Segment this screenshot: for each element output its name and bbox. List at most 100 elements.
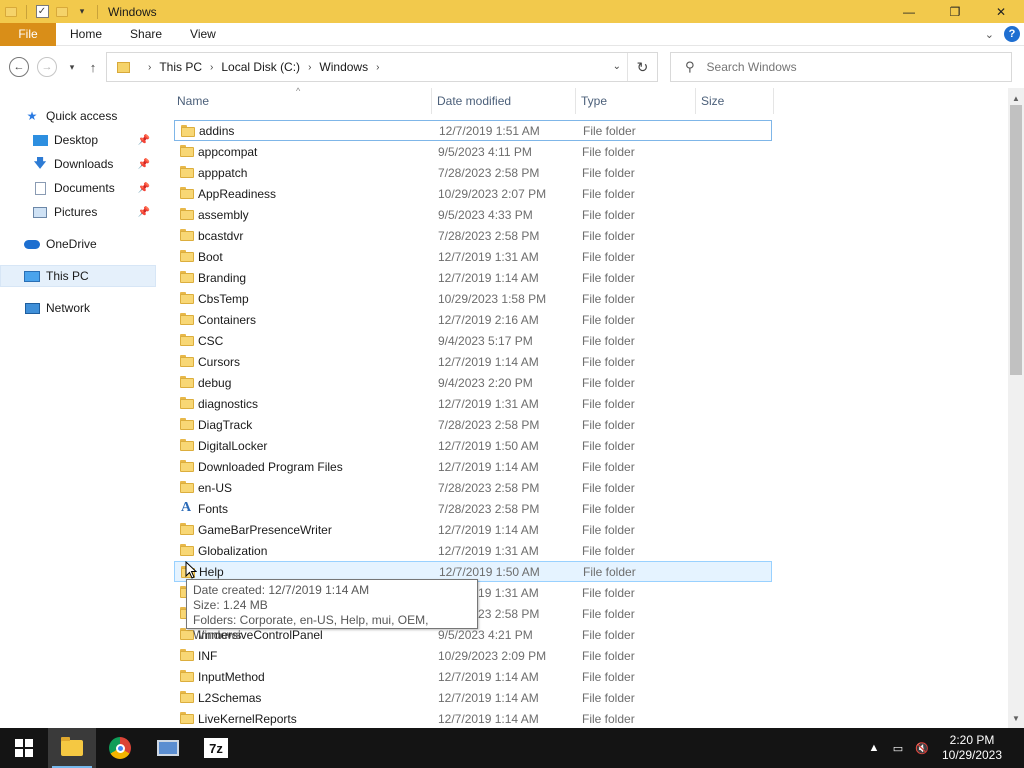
volume-muted-icon[interactable]: 🔇 <box>910 742 934 755</box>
close-button[interactable]: ✕ <box>978 0 1024 23</box>
pin-icon[interactable]: 📌 <box>138 159 150 170</box>
taskbar-7zip[interactable]: 7z <box>192 728 240 768</box>
taskbar-chrome[interactable] <box>96 728 144 768</box>
refresh-button[interactable]: ↻ <box>627 53 657 81</box>
folder-icon <box>180 145 194 157</box>
table-row[interactable]: GameBarPresenceWriter 12/7/2019 1:14 AM Fi… <box>174 519 772 540</box>
file-name: debug <box>198 375 232 390</box>
breadcrumb-local-disk[interactable]: Local Disk (C:) <box>221 60 300 74</box>
table-row[interactable]: A Fonts 7/28/2023 2:58 PM File folder <box>174 498 772 519</box>
table-row[interactable]: assembly 9/5/2023 4:33 PM File folder <box>174 204 772 225</box>
show-desktop-button[interactable] <box>1010 728 1024 768</box>
maximize-button[interactable]: ❐ <box>932 0 978 23</box>
sidebar-item-documents[interactable]: Documents 📌 <box>0 177 156 199</box>
table-row[interactable]: CSC 9/4/2023 5:17 PM File folder <box>174 330 772 351</box>
table-row[interactable]: CbsTemp 10/29/2023 1:58 PM File folder <box>174 288 772 309</box>
sidebar-item-quick-access[interactable]: ★ Quick access <box>0 105 156 127</box>
table-row[interactable]: en-US 7/28/2023 2:58 PM File folder <box>174 477 772 498</box>
clock-time: 2:20 PM <box>949 733 995 747</box>
help-icon[interactable]: ? <box>1004 26 1020 42</box>
folder-icon <box>180 418 194 430</box>
sidebar-item-downloads[interactable]: 🡇 Downloads 📌 <box>0 153 156 175</box>
table-row[interactable]: debug 9/4/2023 2:20 PM File folder <box>174 372 772 393</box>
table-row[interactable]: Containers 12/7/2019 2:16 AM File folder <box>174 309 772 330</box>
table-row[interactable]: INF 10/29/2023 2:09 PM File folder <box>174 645 772 666</box>
table-row[interactable]: Globalization 12/7/2019 1:31 AM File folde… <box>174 540 772 561</box>
sidebar-item-pictures[interactable]: Pictures 📌 <box>0 201 156 223</box>
file-type: File folder <box>582 711 635 726</box>
table-row[interactable]: apppatch 7/28/2023 2:58 PM File folder <box>174 162 772 183</box>
table-row[interactable]: diagnostics 12/7/2019 1:31 AM File folder <box>174 393 772 414</box>
scroll-down-arrow-icon[interactable]: ▼ <box>1008 710 1024 726</box>
file-date-modified: 10/29/2023 1:58 PM <box>438 291 547 306</box>
file-name: Help <box>199 564 224 579</box>
breadcrumb-separator[interactable]: › <box>148 62 151 73</box>
taskbar-remote-desktop[interactable] <box>144 728 192 768</box>
up-button[interactable]: ↑ <box>82 56 104 78</box>
column-header-name[interactable]: Name <box>172 88 432 114</box>
sidebar-item-this-pc[interactable]: This PC <box>0 265 156 287</box>
table-row[interactable]: Cursors 12/7/2019 1:14 AM File folder <box>174 351 772 372</box>
table-row[interactable]: Boot 12/7/2019 1:31 AM File folder <box>174 246 772 267</box>
clock[interactable]: 2:20 PM 10/29/2023 <box>934 733 1010 763</box>
breadcrumb-this-pc[interactable]: This PC <box>159 60 202 74</box>
properties-check-icon[interactable]: ✓ <box>35 5 49 19</box>
recent-locations-chevron-icon[interactable]: ▾ <box>61 56 83 78</box>
tooltip-size: Size: 1.24 MB <box>193 598 268 612</box>
new-folder-icon[interactable] <box>55 5 69 19</box>
taskbar-file-explorer[interactable] <box>48 728 96 768</box>
table-row[interactable]: appcompat 9/5/2023 4:11 PM File folder <box>174 141 772 162</box>
sidebar-item-onedrive[interactable]: OneDrive <box>0 233 156 255</box>
tab-home[interactable]: Home <box>56 23 116 46</box>
column-header-date-modified[interactable]: Date modified <box>432 88 576 114</box>
address-history-chevron-icon[interactable]: ⌄ <box>613 61 621 72</box>
sidebar-item-label: Documents <box>54 181 115 195</box>
folder-icon <box>180 481 194 493</box>
pin-icon[interactable]: 📌 <box>138 207 150 218</box>
vertical-scrollbar[interactable]: ▲ ▼ <box>1008 88 1024 728</box>
breadcrumb-separator[interactable]: › <box>376 62 379 73</box>
file-date-modified: 7/28/2023 2:58 PM <box>438 417 540 432</box>
forward-button[interactable]: → <box>37 57 57 77</box>
address-bar[interactable]: › This PC › Local Disk (C:) › Windows › … <box>106 52 658 82</box>
network-status-icon[interactable]: ▭ <box>886 742 910 755</box>
column-header-size[interactable]: Size <box>696 88 774 114</box>
start-button[interactable] <box>0 728 48 768</box>
sidebar-item-desktop[interactable]: Desktop 📌 <box>0 129 156 151</box>
breadcrumb-separator[interactable]: › <box>308 62 311 73</box>
table-row[interactable]: InputMethod 12/7/2019 1:14 AM File folder <box>174 666 772 687</box>
table-row[interactable]: addins 12/7/2019 1:51 AM File folder <box>174 120 772 141</box>
expand-ribbon-chevron-icon[interactable]: ⌄ <box>985 28 994 41</box>
tab-share[interactable]: Share <box>116 23 176 46</box>
folder-icon <box>180 334 194 346</box>
search-input[interactable] <box>706 60 997 74</box>
table-row[interactable]: DiagTrack 7/28/2023 2:58 PM File folder <box>174 414 772 435</box>
breadcrumb-separator[interactable]: › <box>210 62 213 73</box>
table-row[interactable]: bcastdvr 7/28/2023 2:58 PM File folder <box>174 225 772 246</box>
back-button[interactable]: ← <box>9 57 29 77</box>
show-hidden-icons-chevron-icon[interactable]: ▲ <box>862 742 886 754</box>
sidebar-item-network[interactable]: Network <box>0 297 156 319</box>
scrollbar-thumb[interactable] <box>1010 105 1022 375</box>
tab-file[interactable]: File <box>0 22 56 46</box>
table-row[interactable]: Branding 12/7/2019 1:14 AM File folder <box>174 267 772 288</box>
minimize-button[interactable]: — <box>886 0 932 23</box>
tab-view[interactable]: View <box>176 23 230 46</box>
scroll-up-arrow-icon[interactable]: ▲ <box>1008 90 1024 106</box>
table-row[interactable]: L2Schemas 12/7/2019 1:14 AM File folder <box>174 687 772 708</box>
table-row[interactable]: Downloaded Program Files 12/7/2019 1:14 A… <box>174 456 772 477</box>
search-box[interactable]: ⚲ <box>670 52 1012 82</box>
desktop-icon <box>32 133 48 147</box>
table-row[interactable]: AppReadiness 10/29/2023 2:07 PM File folde… <box>174 183 772 204</box>
column-header-type[interactable]: Type <box>576 88 696 114</box>
folder-icon <box>180 376 194 388</box>
customize-toolbar-dropdown-icon[interactable]: ▾ <box>75 5 89 19</box>
pin-icon[interactable]: 📌 <box>138 135 150 146</box>
file-date-modified: 10/29/2023 2:07 PM <box>438 186 547 201</box>
pin-icon[interactable]: 📌 <box>138 183 150 194</box>
file-type: File folder <box>582 375 635 390</box>
file-date-modified: 12/7/2019 1:14 AM <box>438 711 539 726</box>
table-row[interactable]: DigitalLocker 12/7/2019 1:50 AM File folde… <box>174 435 772 456</box>
table-row[interactable]: LiveKernelReports 12/7/2019 1:14 AM File f… <box>174 708 772 729</box>
breadcrumb-windows[interactable]: Windows <box>319 60 368 74</box>
